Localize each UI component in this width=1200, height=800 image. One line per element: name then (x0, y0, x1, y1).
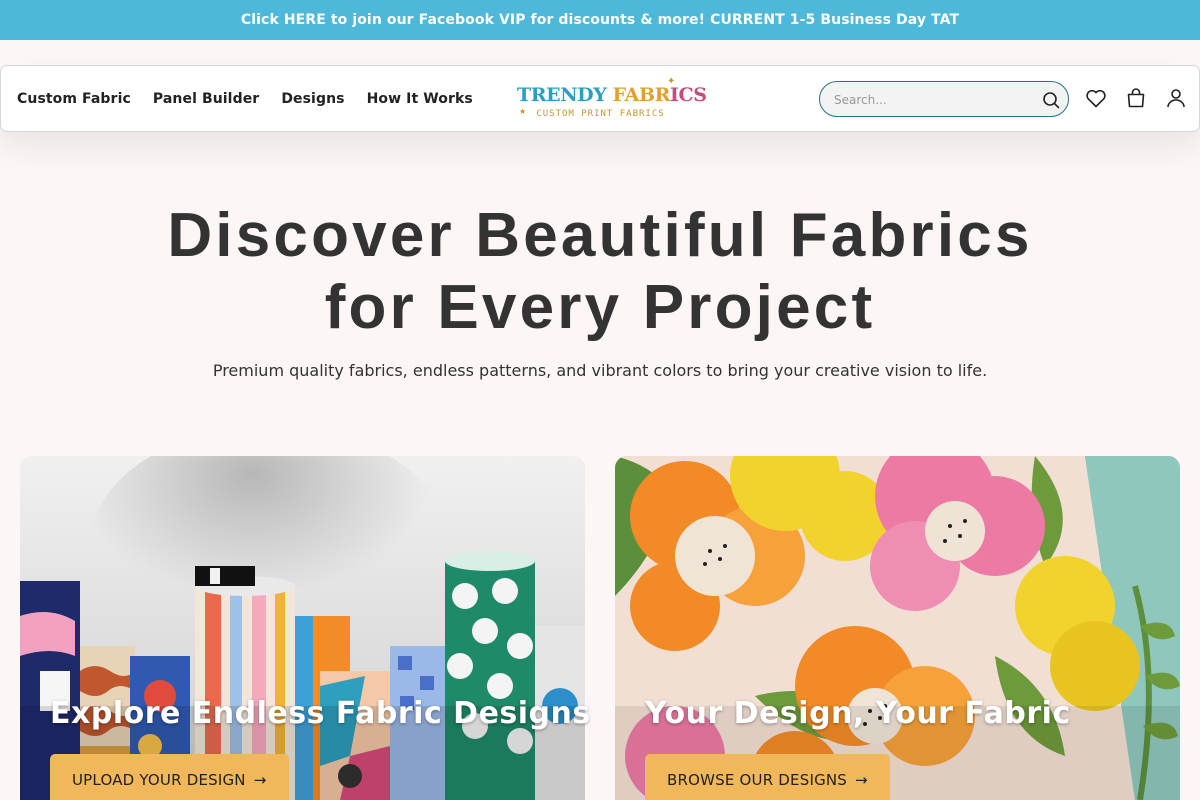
heart-icon[interactable] (1084, 86, 1108, 110)
announcement-text[interactable]: Click HERE to join our Facebook VIP for … (241, 12, 959, 28)
fabric-rolls-image (20, 456, 585, 800)
hero-title: Discover Beautiful Fabrics for Every Pro… (0, 200, 1200, 344)
search-box[interactable] (819, 81, 1069, 117)
user-icon[interactable] (1164, 86, 1188, 110)
nav-custom-fabric[interactable]: Custom Fabric (17, 91, 131, 107)
announcement-bar[interactable]: Click HERE to join our Facebook VIP for … (0, 0, 1200, 40)
upload-design-label: UPLOAD YOUR DESIGN (72, 771, 246, 789)
arrow-right-icon: → (855, 771, 868, 789)
browse-designs-label: BROWSE OUR DESIGNS (667, 771, 848, 789)
arrow-right-icon: → (253, 771, 267, 789)
search-input[interactable] (834, 90, 1034, 110)
hero-subtitle: Premium quality fabrics, endless pattern… (212, 361, 988, 380)
nav-panel-builder[interactable]: Panel Builder (153, 91, 259, 107)
logo-word-ics: ICS (670, 84, 707, 106)
card-title-explore: Explore Endless Fabric Designs (50, 696, 591, 731)
hero-title-line1: Discover Beautiful Fabrics (167, 201, 1033, 270)
main-nav: Custom Fabric Panel Builder Designs How … (17, 66, 495, 131)
logo-word-fabr: FABR (612, 84, 671, 106)
site-header: Custom Fabric Panel Builder Designs How … (0, 65, 1200, 132)
shopping-bag-icon[interactable] (1124, 86, 1148, 110)
nav-designs[interactable]: Designs (281, 91, 344, 107)
hero-title-line2: for Every Project (324, 273, 876, 342)
card-title-your-design: Your Design, Your Fabric (645, 696, 1071, 731)
logo[interactable]: ✦ TRENDY FABRICS ★ CUSTOM PRINT FABRICS (517, 76, 707, 122)
upload-design-button[interactable]: UPLOAD YOUR DESIGN → (50, 754, 289, 800)
logo-wordmark: TRENDY FABRICS (517, 84, 707, 106)
floral-fabric-image (615, 456, 1180, 800)
card-explore-designs[interactable] (20, 456, 585, 800)
nav-how-it-works[interactable]: How It Works (367, 91, 473, 107)
card-your-design[interactable] (615, 456, 1180, 800)
logo-word-trendy: TRENDY (517, 84, 607, 106)
logo-tagline: CUSTOM PRINT FABRICS (536, 109, 665, 119)
browse-designs-button[interactable]: BROWSE OUR DESIGNS → (645, 754, 890, 800)
search-icon[interactable] (1042, 91, 1060, 109)
